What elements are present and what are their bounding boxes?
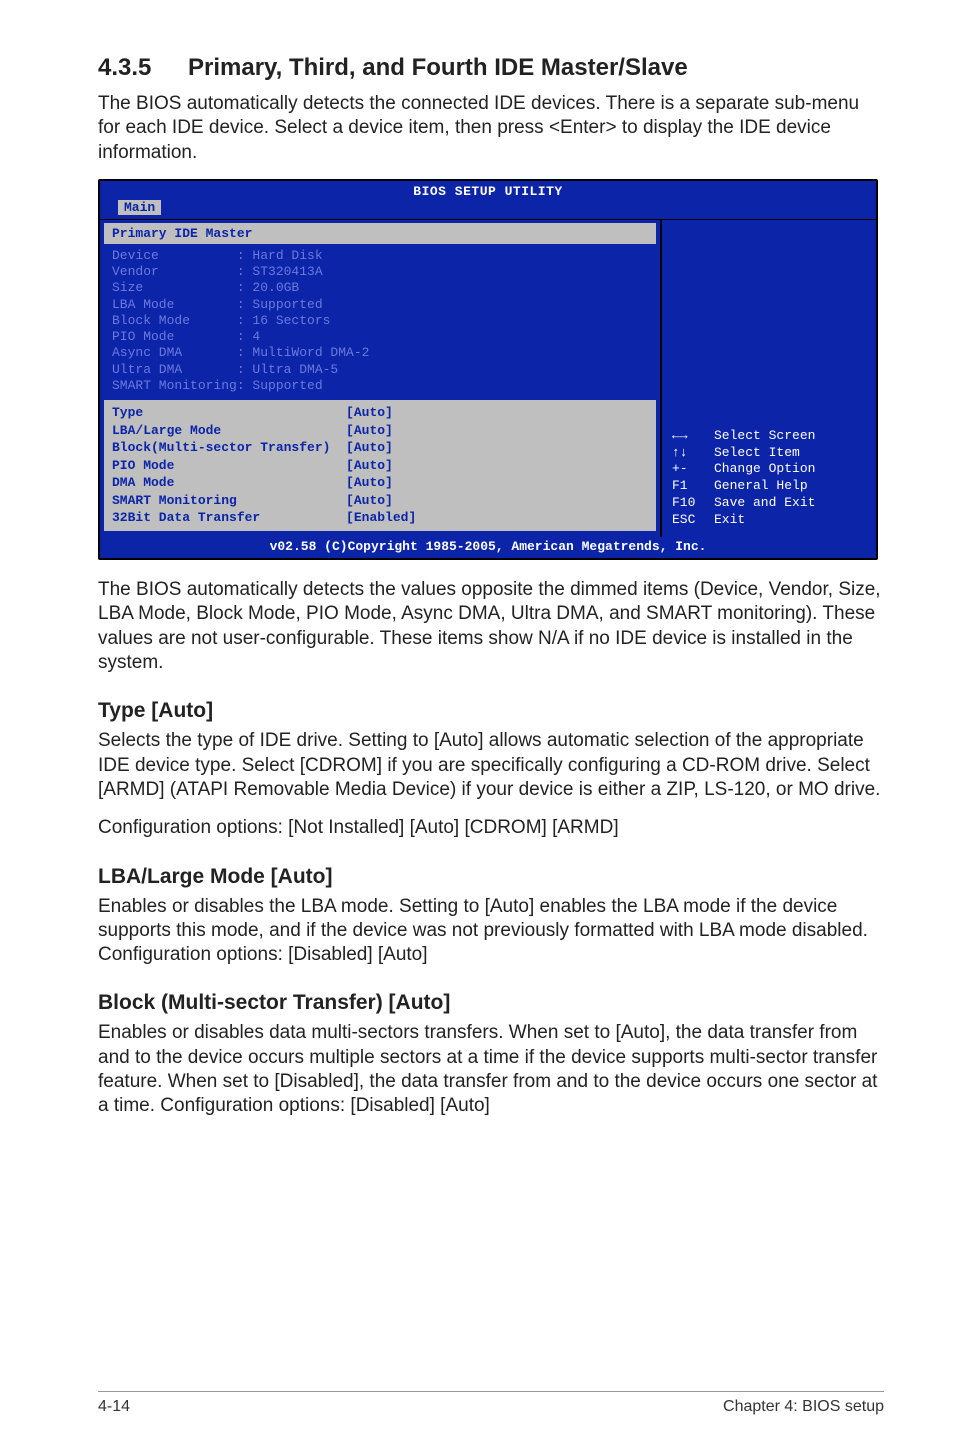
type-p2: Configuration options: [Not Installed] […	[98, 816, 884, 840]
lba-p1: Enables or disables the LBA mode. Settin…	[98, 895, 884, 968]
section-title: Primary, Third, and Fourth IDE Master/Sl…	[188, 54, 688, 81]
bios-tab-main[interactable]: Main	[118, 200, 161, 215]
type-heading: Type [Auto]	[98, 699, 884, 723]
section-number: 4.3.5	[98, 54, 188, 82]
footer-page-number: 4-14	[98, 1398, 130, 1416]
footer-chapter: Chapter 4: BIOS setup	[723, 1398, 884, 1416]
page-footer: 4-14 Chapter 4: BIOS setup	[0, 1391, 954, 1416]
hint-key: +-	[672, 461, 714, 478]
hint-row: F1General Help	[672, 478, 870, 495]
hint-text: Select Screen	[714, 428, 815, 445]
block-p1: Enables or disables data multi-sectors t…	[98, 1021, 884, 1118]
bios-key-hints: ←→Select Screen↑↓Select Item+-Change Opt…	[672, 428, 870, 529]
bios-left-panel: Primary IDE Master Device : Hard Disk Ve…	[100, 219, 661, 537]
bios-options[interactable]: Type [Auto] LBA/Large Mode [Auto] Block(…	[104, 400, 656, 531]
bios-right-panel: ←→Select Screen↑↓Select Item+-Change Opt…	[661, 219, 876, 537]
hint-text: Select Item	[714, 445, 800, 462]
hint-key: ↑↓	[672, 445, 714, 462]
hint-text: General Help	[714, 478, 808, 495]
hint-text: Exit	[714, 512, 745, 529]
block-heading: Block (Multi-sector Transfer) [Auto]	[98, 991, 884, 1015]
intro-paragraph: The BIOS automatically detects the conne…	[98, 92, 884, 165]
bios-section-title: Primary IDE Master	[104, 223, 656, 244]
hint-text: Change Option	[714, 461, 815, 478]
bios-title: BIOS SETUP UTILITY	[100, 181, 876, 200]
bios-detected-values: Device : Hard Disk Vendor : ST320413A Si…	[100, 248, 660, 394]
after-bios-paragraph: The BIOS automatically detects the value…	[98, 578, 884, 675]
type-p1: Selects the type of IDE drive. Setting t…	[98, 729, 884, 802]
hint-row: F10Save and Exit	[672, 495, 870, 512]
bios-screenshot: BIOS SETUP UTILITY Main Primary IDE Mast…	[98, 179, 878, 560]
hint-key: ←→	[672, 428, 714, 445]
section-heading: 4.3.5Primary, Third, and Fourth IDE Mast…	[98, 54, 884, 82]
hint-text: Save and Exit	[714, 495, 815, 512]
hint-row: +-Change Option	[672, 461, 870, 478]
hint-row: ↑↓Select Item	[672, 445, 870, 462]
hint-row: ESCExit	[672, 512, 870, 529]
hint-row: ←→Select Screen	[672, 428, 870, 445]
hint-key: F10	[672, 495, 714, 512]
bios-copyright: v02.58 (C)Copyright 1985-2005, American …	[100, 537, 876, 558]
lba-heading: LBA/Large Mode [Auto]	[98, 865, 884, 889]
hint-key: F1	[672, 478, 714, 495]
hint-key: ESC	[672, 512, 714, 529]
